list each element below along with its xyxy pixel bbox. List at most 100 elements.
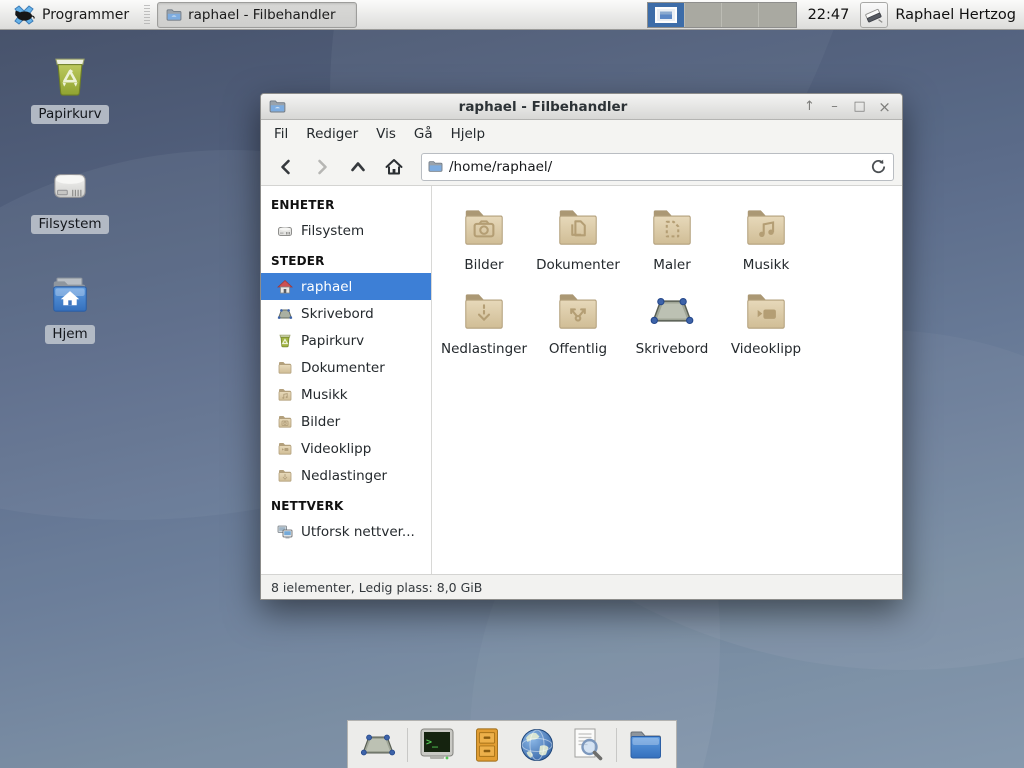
sidebar-item-filesystem[interactable]: Filsystem [261,217,431,244]
panel-handle[interactable] [144,5,150,25]
clock[interactable]: 22:47 [804,7,854,23]
menu-view[interactable]: Vis [367,122,405,146]
menubar: Fil Rediger Vis Gå Hjelp [261,120,902,148]
menu-file[interactable]: Fil [265,122,297,146]
applications-menu-label: Programmer [42,7,129,23]
up-button[interactable] [341,153,375,181]
sidebar-item-pictures[interactable]: Bilder [261,408,431,435]
desktop-icon-home[interactable]: Hjem [20,270,120,344]
desktop-icon-label: Papirkurv [31,105,108,124]
dock-separator [407,728,408,762]
folder-public-icon [553,286,603,336]
path-folder-icon [428,159,443,174]
file-manager-icon[interactable] [625,724,667,766]
file-item-label: Nedlastinger [441,341,527,357]
file-item-videos[interactable]: Videoklipp [719,286,813,357]
maximize-button[interactable]: □ [850,97,869,117]
top-panel: Programmer raphael - Filbehandler [0,0,1024,30]
close-button[interactable]: × [875,97,894,117]
workspace-1[interactable] [648,3,685,27]
sidebar-item-label: Filsystem [301,223,364,239]
mini-window-icon [655,7,677,23]
sidebar-item-label: Musikk [301,387,348,403]
file-item-label: Skrivebord [636,341,709,357]
sidebar-item-desktop[interactable]: Skrivebord [261,300,431,327]
file-item-templates[interactable]: Maler [625,202,719,273]
workspace-3[interactable] [722,3,759,27]
folder-icon [277,441,293,457]
applications-menu-button[interactable]: Programmer [6,2,135,28]
back-button[interactable] [269,153,303,181]
sidebar-item-browse-network[interactable]: Utforsk nettver... [261,518,431,545]
path-bar[interactable]: /home/raphael/ [421,153,894,181]
taskbar-window-button[interactable]: raphael - Filbehandler [157,2,357,28]
sidebar-item-label: Utforsk nettver... [301,524,415,540]
minimize-button[interactable]: – [825,97,844,117]
web-browser-icon[interactable] [516,724,558,766]
file-view[interactable]: Bilder Dokumenter [432,186,902,574]
titlebar[interactable]: raphael - Filbehandler ↑ – □ × [261,94,902,120]
file-item-pictures[interactable]: Bilder [437,202,531,273]
xfce-logo-icon [12,3,36,27]
file-item-desktop[interactable]: Skrivebord [625,286,719,357]
folder-icon [277,387,293,403]
reload-icon[interactable] [870,158,887,175]
desktop: Programmer raphael - Filbehandler [0,0,1024,768]
sidebar-item-videos[interactable]: Videoklipp [261,435,431,462]
menu-help[interactable]: Hjelp [442,122,495,146]
sidebar-item-label: Nedlastinger [301,468,387,484]
sidebar-item-downloads[interactable]: Nedlastinger [261,462,431,489]
sidebar-item-label: Skrivebord [301,306,374,322]
file-item-documents[interactable]: Dokumenter [531,202,625,273]
statusbar: 8 ielementer, Ledig plass: 8,0 GiB [261,574,902,599]
taskbar-window-label: raphael - Filbehandler [188,7,335,23]
desktop-icon-label: Filsystem [31,215,108,234]
folder-music-icon [741,202,791,252]
desktop-icon-filesystem[interactable]: Filsystem [20,160,120,234]
sidebar-header-places: STEDER [261,250,431,273]
window-title: raphael - Filbehandler [292,99,794,115]
toolbar: /home/raphael/ [261,148,902,186]
network-icon [277,524,293,540]
sidebar-item-label: Videoklipp [301,441,371,457]
file-item-label: Offentlig [549,341,607,357]
file-manager-window: raphael - Filbehandler ↑ – □ × Fil Redig… [260,93,903,600]
folder-icon [277,360,293,376]
workspace-2[interactable] [685,3,722,27]
desktop-icon-label: Hjem [45,325,94,344]
file-item-label: Videoklipp [731,341,801,357]
path-input[interactable]: /home/raphael/ [449,159,864,175]
home-icon [277,279,293,295]
workspace-4[interactable] [759,3,796,27]
shade-button[interactable]: ↑ [800,97,819,117]
eraser-icon [863,4,885,26]
sidebar-item-trash[interactable]: Papirkurv [261,327,431,354]
sidebar-item-raphael[interactable]: raphael [261,273,431,300]
show-desktop-icon[interactable] [357,724,399,766]
file-item-music[interactable]: Musikk [719,202,813,273]
menu-go[interactable]: Gå [405,122,442,146]
home-button[interactable] [377,153,411,181]
sidebar-item-music[interactable]: Musikk [261,381,431,408]
file-item-public[interactable]: Offentlig [531,286,625,357]
file-item-label: Bilder [464,257,503,273]
folder-downloads-icon [459,286,509,336]
folder-pictures-icon [459,202,509,252]
window-body: ENHETER Filsystem STEDER [261,186,902,574]
menu-edit[interactable]: Rediger [297,122,367,146]
desktop-icon-trash[interactable]: Papirkurv [20,50,120,124]
file-cabinet-icon[interactable] [466,724,508,766]
sidebar-item-documents[interactable]: Dokumenter [261,354,431,381]
sidebar: ENHETER Filsystem STEDER [261,186,432,574]
find-files-icon[interactable] [566,724,608,766]
user-name-label[interactable]: Raphael Hertzog [895,7,1018,23]
sidebar-item-label: Dokumenter [301,360,385,376]
user-action-button[interactable] [860,2,888,28]
status-text: 8 ielementer, Ledig plass: 8,0 GiB [271,580,482,595]
sidebar-item-label: Papirkurv [301,333,364,349]
file-item-downloads[interactable]: Nedlastinger [437,286,531,357]
dock-separator [616,728,617,762]
folder-icon [277,414,293,430]
forward-button[interactable] [305,153,339,181]
terminal-icon[interactable]: >_ [416,724,458,766]
